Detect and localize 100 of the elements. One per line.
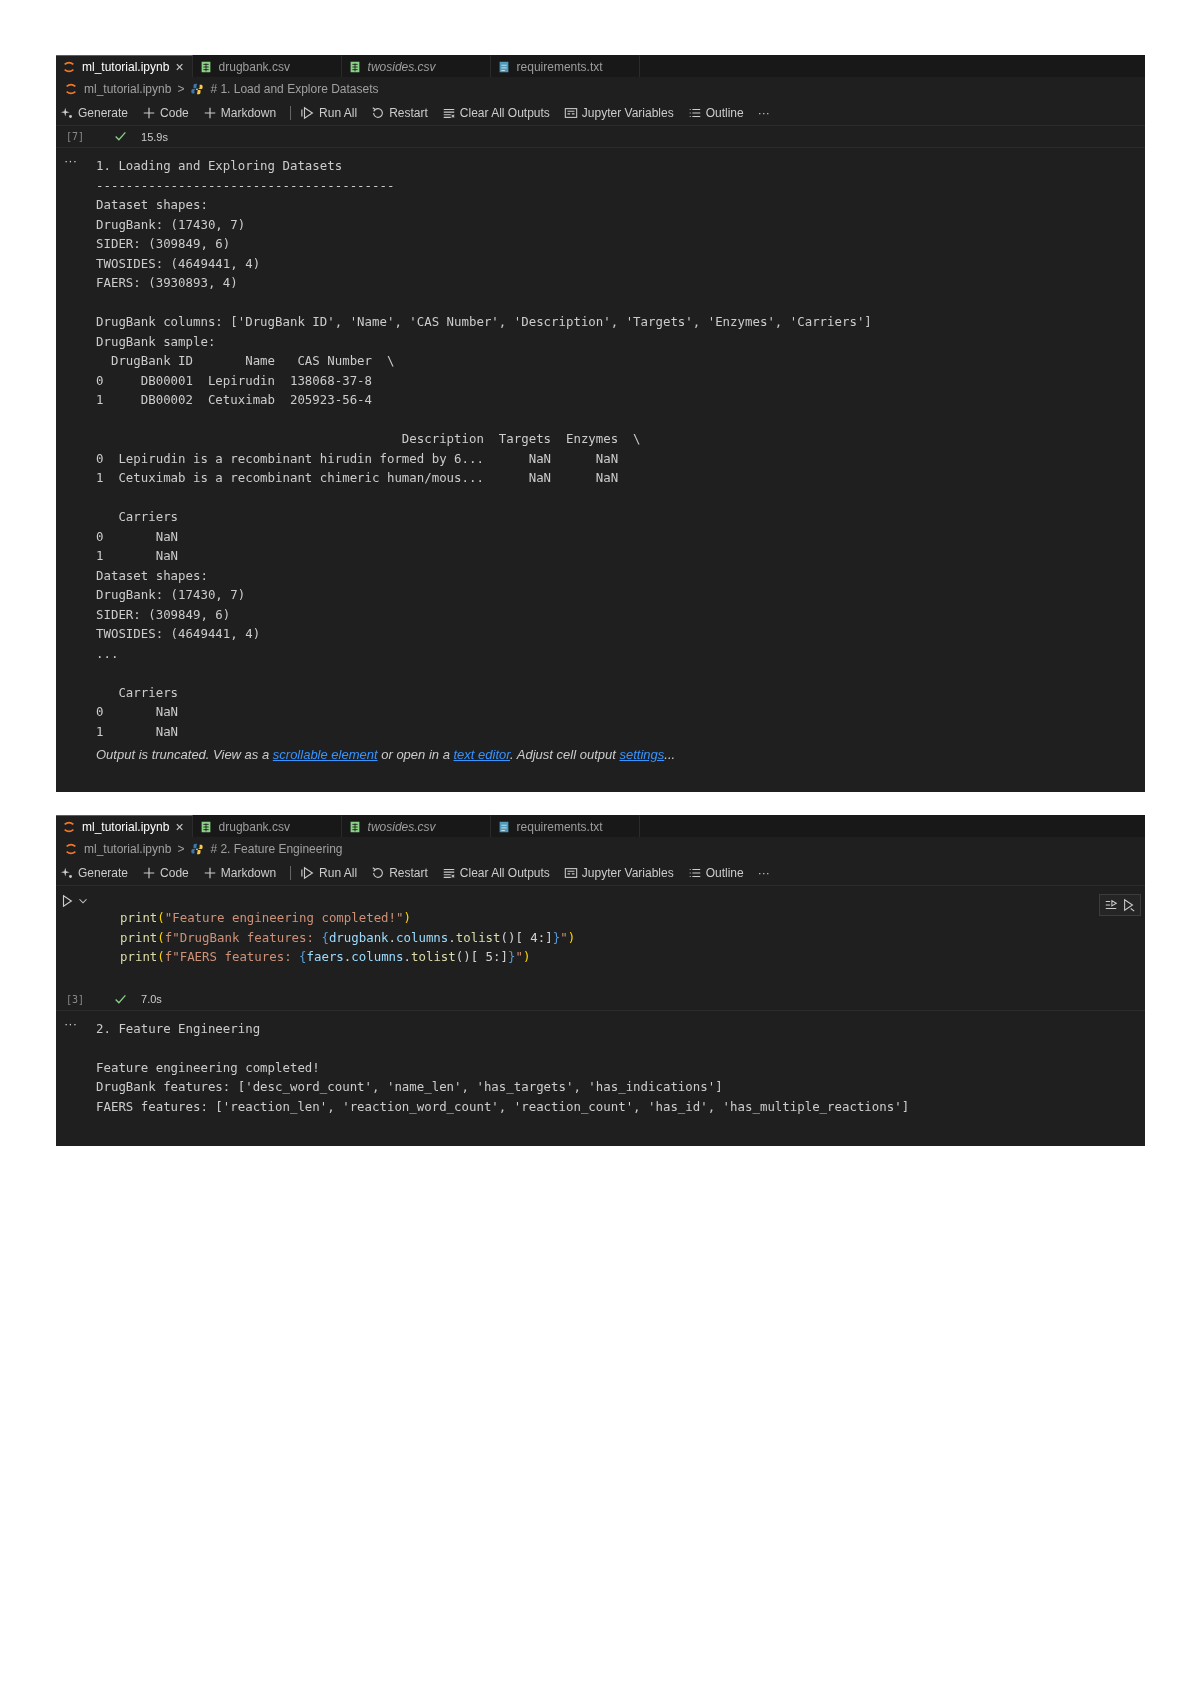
more-button[interactable]: ··· xyxy=(757,866,770,880)
output-line: TWOSIDES: (4649441, 4) xyxy=(96,254,262,273)
clear-list-icon xyxy=(441,106,456,120)
plus-icon xyxy=(142,866,157,880)
output-line: 0 Lepirudin is a recombinant hirudin formed by 6... NaN NaN xyxy=(96,449,620,468)
restart-icon xyxy=(371,866,386,880)
editor-tab[interactable]: ml_tutorial.ipynb × xyxy=(56,815,193,837)
output-line: FAERS features: ['reaction_len', 'reaction_word_count', 'reaction_count', 'has_id', 'has_multiple_reactions'] xyxy=(96,1097,911,1116)
toolbar-button[interactable]: Clear All Outputs xyxy=(441,106,550,120)
toolbar-button[interactable]: Restart xyxy=(371,866,428,880)
tab-label: requirements.txt xyxy=(516,819,603,834)
toolbar-button[interactable]: Jupyter Variables xyxy=(563,866,674,880)
notebook-icon xyxy=(64,82,78,96)
breadcrumb-file[interactable]: ml_tutorial.ipynb xyxy=(84,82,172,96)
breadcrumb-separator: > xyxy=(177,82,185,96)
list-icon xyxy=(687,866,702,880)
tab-label: ml_tutorial.ipynb xyxy=(82,819,170,834)
toolbar-button[interactable]: Generate xyxy=(60,106,129,120)
notebook-icon xyxy=(64,842,78,856)
python-icon xyxy=(190,842,205,856)
execution-time: 7.0s xyxy=(141,993,162,1005)
output-line: Description Targets Enzymes \ xyxy=(400,430,642,448)
toolbar-button[interactable]: Run All xyxy=(301,866,358,880)
output-line: Carriers xyxy=(117,683,180,702)
breadcrumb-section[interactable]: # 1. Load and Explore Datasets xyxy=(210,82,379,96)
toolbar-button[interactable]: Outline xyxy=(687,866,744,880)
output-line: FAERS: (3930893, 4) xyxy=(96,274,239,292)
tab-label: requirements.txt xyxy=(516,59,603,74)
code-line: print("Feature engineering completed!") xyxy=(120,909,412,927)
code-line: print(f"DrugBank features: {drugbank.columns.tolist()[ 4:]}") xyxy=(120,928,577,947)
plus-icon xyxy=(202,106,217,120)
output-line: 0 NaN xyxy=(96,703,180,721)
check-icon xyxy=(114,130,128,143)
note-link[interactable]: scrollable element xyxy=(272,747,378,762)
toolbar-button[interactable]: Code xyxy=(142,866,189,880)
output-line: DrugBank: (17430, 7) xyxy=(96,586,247,604)
output-menu[interactable]: ··· xyxy=(56,156,96,762)
output-line: Dataset shapes: xyxy=(96,566,209,585)
output-line: 1 NaN xyxy=(96,722,180,741)
close-icon[interactable]: × xyxy=(175,818,184,835)
output-line: Feature engineering completed! xyxy=(96,1058,321,1077)
toolbar-button[interactable]: Jupyter Variables xyxy=(563,106,674,120)
plus-icon xyxy=(142,106,157,120)
toolbar-button[interactable]: Restart xyxy=(371,106,428,120)
toolbar-button[interactable]: Code xyxy=(142,106,189,120)
execution-count: [3] xyxy=(66,993,85,1005)
breadcrumb-separator: > xyxy=(177,842,185,856)
restart-icon xyxy=(371,106,386,120)
output-line: SIDER: (309849, 6) xyxy=(96,605,232,624)
run-all-icon xyxy=(301,106,316,120)
note-link[interactable]: settings xyxy=(619,747,665,762)
output-line: 1 DB00002 Cetuximab 205923-56-4 xyxy=(96,391,373,409)
run-icon[interactable] xyxy=(60,894,74,908)
output-line: DrugBank columns: ['DrugBank ID', 'Name', 'CAS Number', 'Description', 'Targets', 'Enzymes', 'Carriers'] xyxy=(96,313,873,331)
list-icon xyxy=(687,106,702,120)
run-all-icon xyxy=(301,866,316,880)
notebook-icon xyxy=(62,819,76,834)
output-line: SIDER: (309849, 6) xyxy=(96,235,232,253)
output-menu[interactable]: ··· xyxy=(56,1018,96,1116)
sparkle-icon xyxy=(60,866,74,880)
output-line: Carriers xyxy=(117,508,180,526)
code-line: print(f"FAERS features: {faers.columns.tolist()[ 5:]}") xyxy=(120,948,532,966)
tab-label: ml_tutorial.ipynb xyxy=(82,59,170,74)
output-line: ---------------------------------------- xyxy=(96,176,396,195)
toolbar-button[interactable]: Generate xyxy=(60,866,129,880)
variables-icon xyxy=(563,866,578,880)
output-line: DrugBank ID Name CAS Number \ xyxy=(109,352,396,370)
output-line: ... xyxy=(96,644,120,663)
output-line: TWOSIDES: (4649441, 4) xyxy=(96,625,262,643)
toolbar-button[interactable]: Markdown xyxy=(202,866,277,880)
plus-icon xyxy=(202,866,217,880)
variables-icon xyxy=(563,106,578,120)
notebook-icon xyxy=(62,59,76,74)
execution-time: 15.9s xyxy=(141,130,168,143)
run-above-icon[interactable] xyxy=(1104,898,1118,912)
toolbar-button[interactable]: Clear All Outputs xyxy=(441,866,550,880)
breadcrumb-section[interactable]: # 2. Feature Engineering xyxy=(210,842,343,856)
output-line: DrugBank features: ['desc_word_count', 'name_len', 'has_targets', 'has_indications'] xyxy=(96,1078,724,1096)
run-below-icon[interactable] xyxy=(1122,898,1136,912)
check-icon xyxy=(114,992,128,1006)
output-line: 0 NaN xyxy=(96,527,180,546)
output-line: 1 Cetuximab is a recombinant chimeric human/mous... NaN NaN xyxy=(96,469,620,487)
toolbar-button[interactable]: Outline xyxy=(687,106,744,120)
output-line: 2. Feature Engineering xyxy=(96,1019,262,1038)
tab-label: twosides.csv xyxy=(367,59,436,74)
toolbar-button[interactable]: Run All xyxy=(301,106,358,120)
output-line: 1. Loading and Exploring Datasets xyxy=(96,157,344,175)
editor-tab[interactable]: ml_tutorial.ipynb × xyxy=(56,55,193,77)
output-line: 1 NaN xyxy=(96,547,180,565)
output-line: 0 DB00001 Lepirudin 138068-37-8 xyxy=(96,371,373,390)
toolbar-button[interactable]: Markdown xyxy=(202,106,277,120)
output-line: Dataset shapes: xyxy=(96,196,209,214)
sparkle-icon xyxy=(60,106,74,120)
execution-count: [7] xyxy=(66,131,85,142)
breadcrumb-file[interactable]: ml_tutorial.ipynb xyxy=(84,842,172,856)
close-icon[interactable]: × xyxy=(175,58,184,75)
python-icon xyxy=(190,82,205,96)
clear-list-icon xyxy=(441,866,456,880)
more-button[interactable]: ··· xyxy=(757,106,770,120)
tab-label: drugbank.csv xyxy=(218,819,290,834)
